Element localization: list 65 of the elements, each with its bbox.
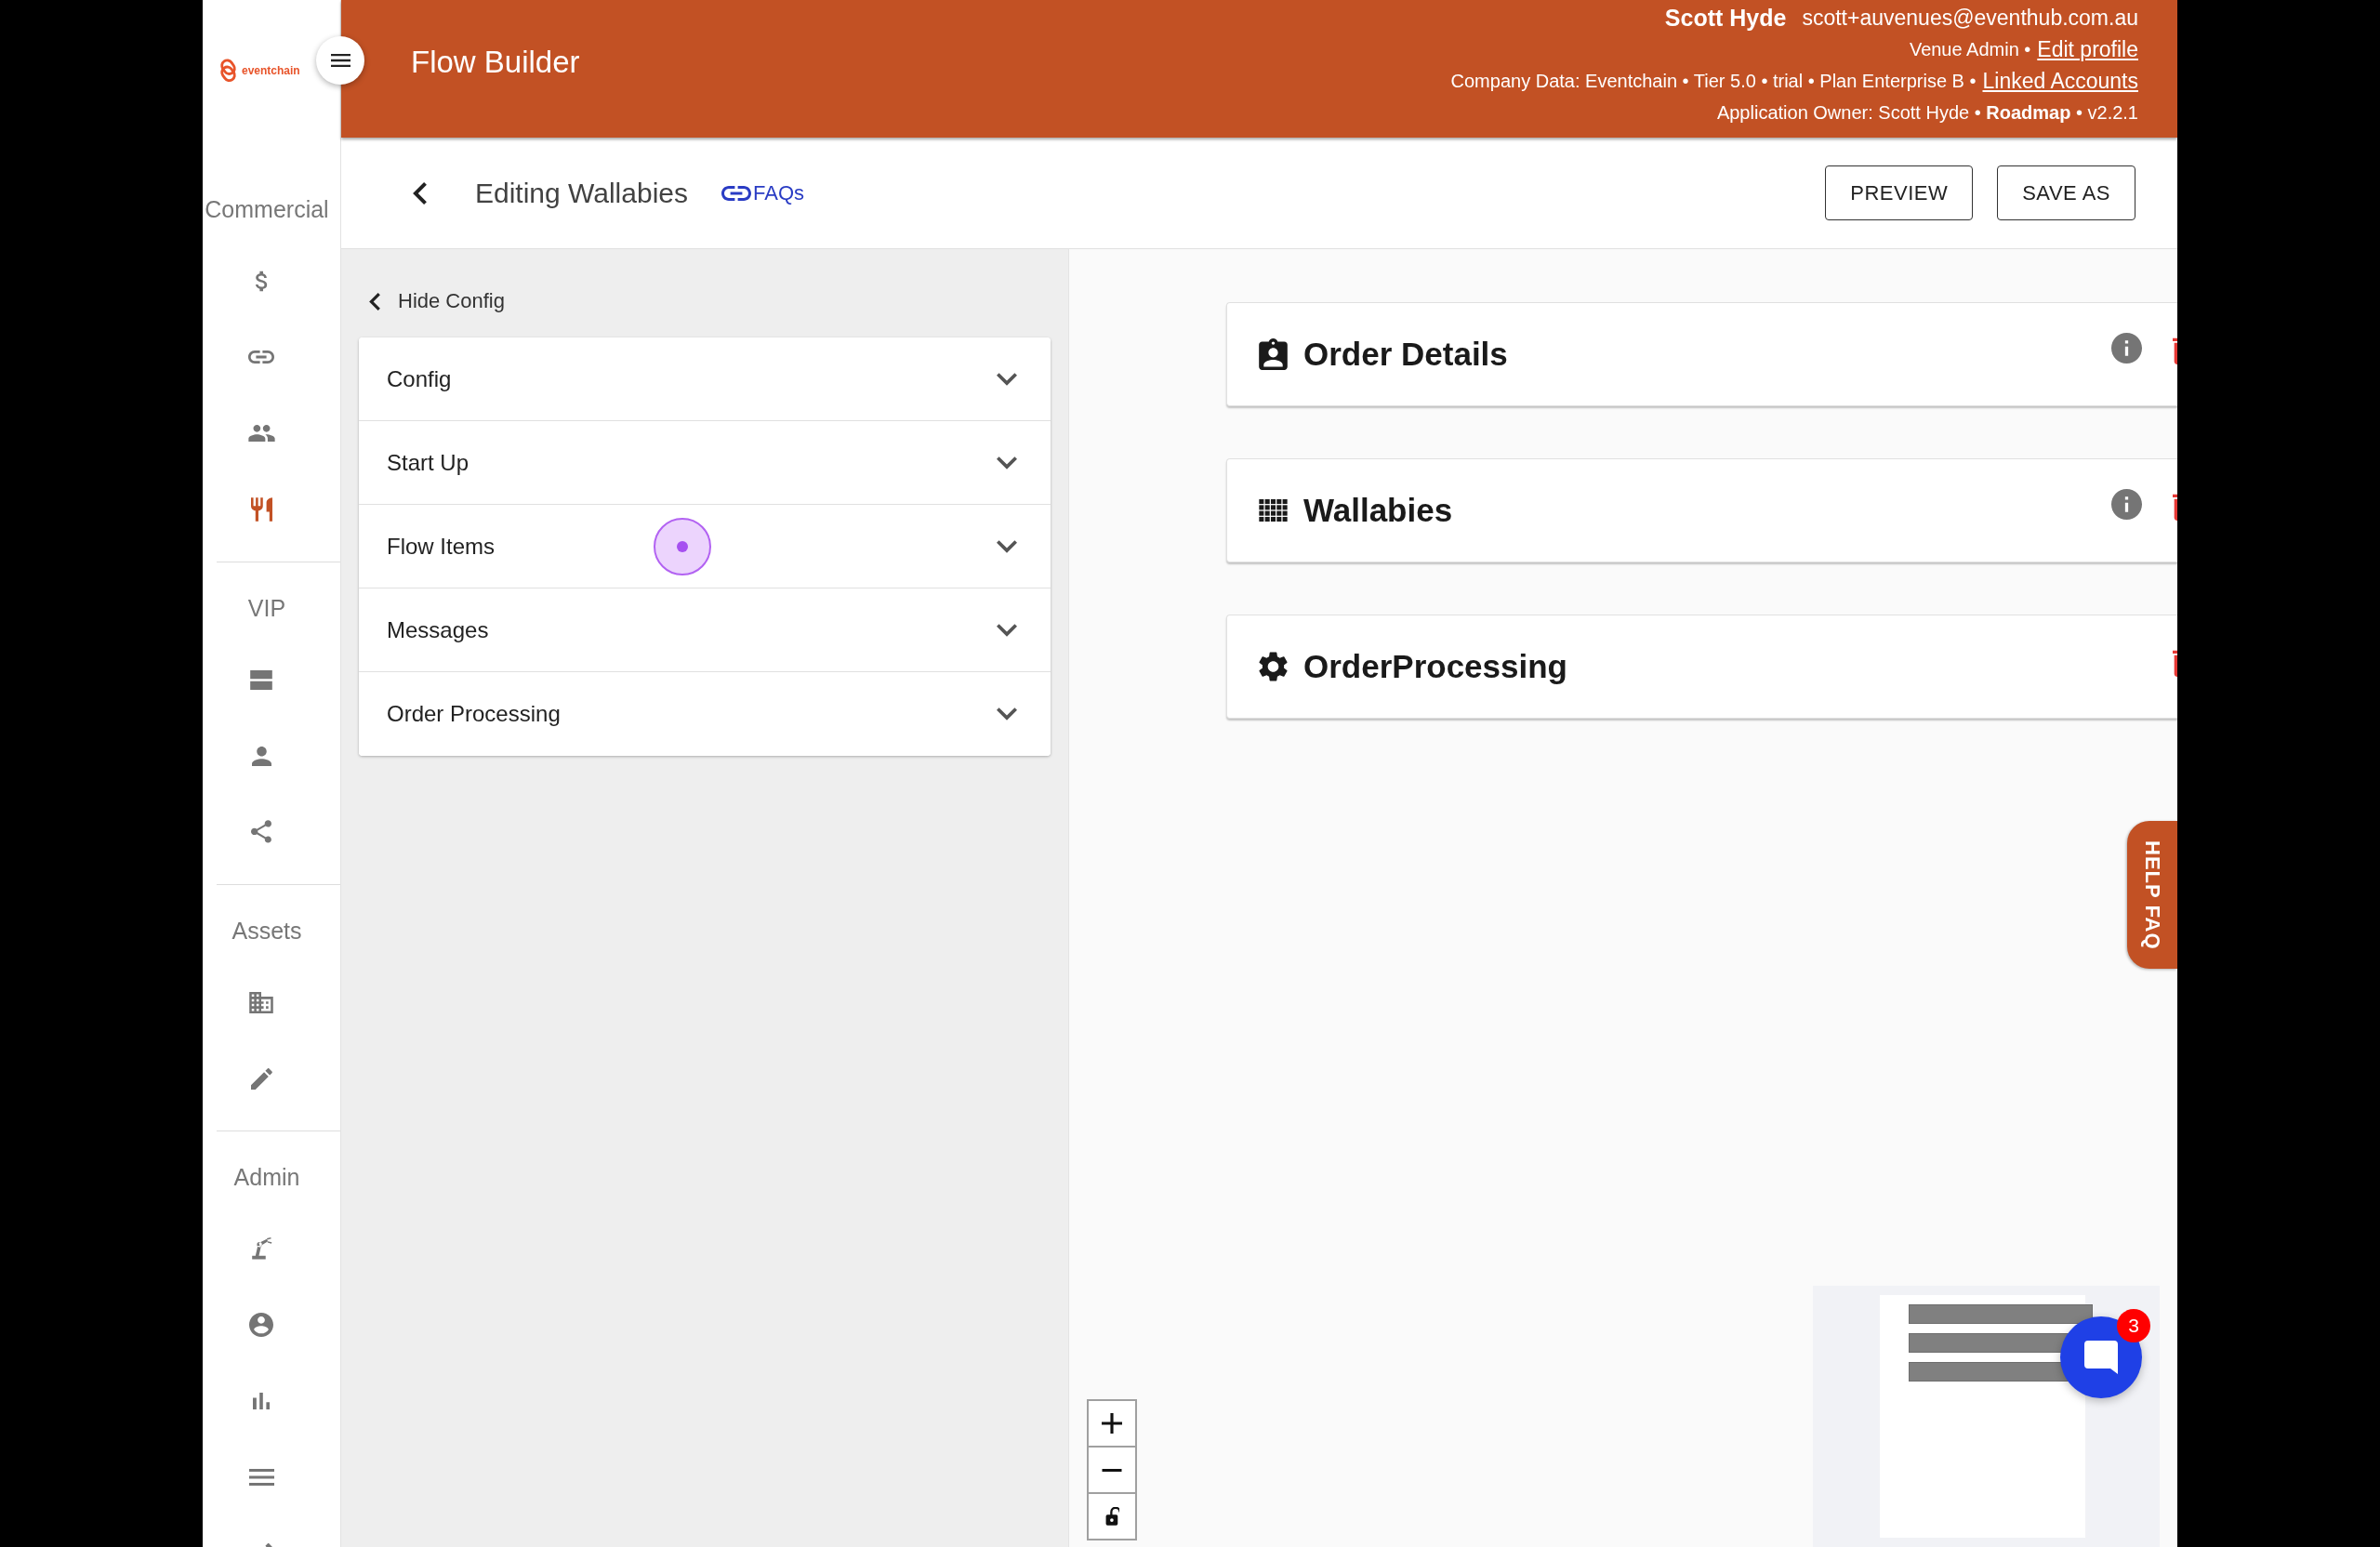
section-title: VIP — [246, 594, 287, 623]
flow-node-card[interactable]: Wallabies — [1226, 458, 2177, 562]
chevron-left-icon — [413, 181, 427, 205]
flow-node-card[interactable]: Order Details — [1226, 302, 2177, 406]
share-icon — [251, 820, 271, 844]
bar-chart-icon — [253, 1393, 270, 1409]
user-email: scott+auvenues@eventhub.com.au — [1802, 5, 2138, 31]
gear-icon — [1259, 651, 1288, 682]
minimap[interactable] — [1813, 1286, 2160, 1547]
person-icon — [251, 746, 271, 766]
help-faq-tab[interactable]: HELP FAQ — [2127, 821, 2177, 969]
plus-icon — [1102, 1413, 1122, 1434]
section-title: Admin — [232, 1163, 301, 1192]
minus-icon — [1102, 1468, 1122, 1472]
hide-config-button[interactable]: Hide Config — [359, 283, 505, 320]
accordion-header[interactable]: Order Processing — [359, 672, 1051, 756]
lines-icon — [248, 1469, 274, 1486]
link-icon — [248, 350, 274, 364]
node-title: OrderProcessing — [1303, 648, 1568, 685]
toolbar-button[interactable]: SAVE AS — [1997, 165, 2135, 220]
section-title: Assets — [231, 917, 303, 945]
app-title: Flow Builder — [411, 44, 580, 81]
people-icon — [247, 425, 275, 442]
flow-node-card[interactable]: OrderProcessing — [1226, 615, 2177, 719]
stacked-bars-icon — [250, 669, 272, 690]
robot-arm-icon — [250, 1236, 272, 1261]
accordion-header[interactable]: Flow Items — [359, 505, 1051, 588]
edit-profile-link[interactable]: Edit profile — [2037, 36, 2138, 62]
owner-info: Application Owner: Scott Hyde • Roadmap • v2.2.1 — [1716, 101, 2138, 124]
zoom-in-button[interactable] — [1087, 1399, 1137, 1448]
fork-knife-icon — [250, 497, 272, 522]
clipboard-person-icon — [1259, 338, 1288, 370]
dollar-icon — [254, 270, 269, 292]
section-title: Commercial — [204, 195, 330, 224]
pencil-icon — [250, 1067, 272, 1090]
trash-icon[interactable] — [2173, 337, 2177, 364]
zoom-out-button[interactable] — [1087, 1446, 1137, 1494]
user-role: Venue Admin • — [1909, 38, 2031, 60]
link-icon — [721, 185, 751, 201]
building-icon — [249, 991, 273, 1013]
toolbar-button[interactable]: PREVIEW — [1825, 165, 1974, 220]
user-name: Scott Hyde — [1664, 4, 1787, 32]
chain-logo-icon — [218, 57, 238, 85]
trash-icon[interactable] — [2173, 649, 2177, 677]
click-indicator-icon — [654, 518, 711, 575]
grid-icon — [1259, 499, 1288, 522]
lock-icon — [1104, 1507, 1119, 1526]
accordion-header[interactable]: Messages — [359, 588, 1051, 672]
back-button[interactable] — [413, 181, 427, 205]
trash-icon[interactable] — [2173, 493, 2177, 521]
node-title: Order Details — [1303, 336, 1509, 373]
company-info: Company Data: Eventchain • Tier 5.0 • trial • Plan Enterprise B • — [1450, 70, 1977, 92]
info-icon[interactable] — [2111, 332, 2142, 364]
linked-accounts-link[interactable]: Linked Accounts — [1982, 68, 2138, 94]
node-title: Wallabies — [1303, 492, 1454, 529]
faq-link[interactable]: FAQs — [721, 180, 804, 205]
menu-icon — [330, 54, 350, 67]
logo-text: eventchain — [242, 64, 300, 77]
chat-bubble-icon — [2084, 1341, 2118, 1374]
accordion-header[interactable]: Config — [359, 337, 1051, 421]
chevron-left-icon — [369, 292, 380, 311]
page-title: Editing Wallabies — [475, 177, 688, 209]
accordion-header[interactable]: Start Up — [359, 421, 1051, 505]
lock-button[interactable] — [1087, 1492, 1137, 1540]
info-icon[interactable] — [2111, 488, 2142, 520]
